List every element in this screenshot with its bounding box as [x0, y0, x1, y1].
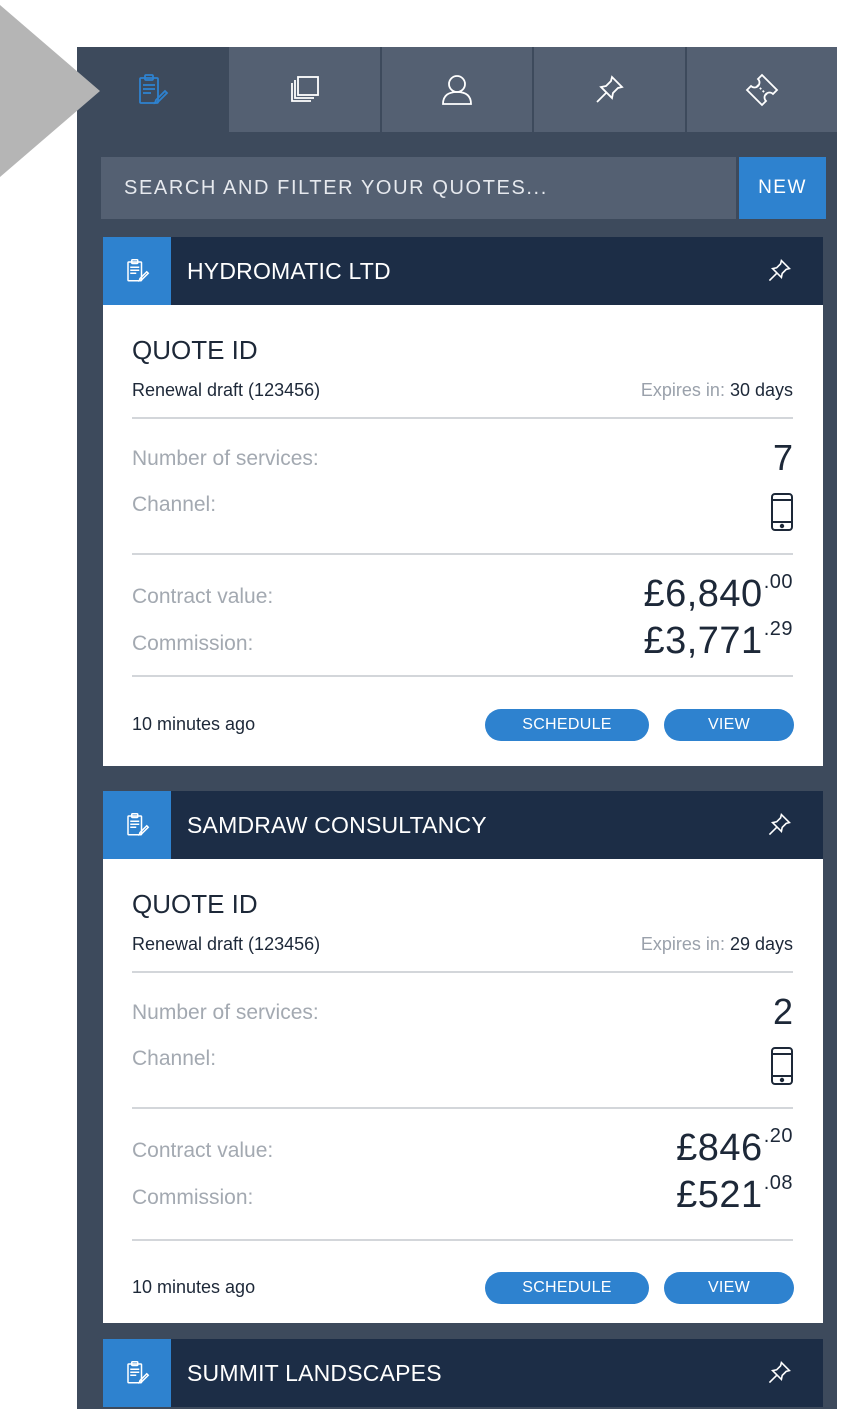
contract-value: £846.20 — [676, 1125, 793, 1170]
quote-id-label: QUOTE ID — [132, 335, 258, 365]
selection-pointer — [0, 5, 100, 177]
services-label: Number of services: — [132, 1001, 319, 1024]
services-value: 7 — [772, 437, 793, 478]
draft-label: Renewal draft (123456) — [132, 380, 321, 400]
commission-value: £3,771.29 — [643, 618, 793, 663]
commission-label: Commission: — [132, 632, 254, 655]
quote-card-header[interactable]: SUMMIT LANDSCAPES — [103, 1339, 823, 1407]
commission-value-main: £3,771 — [643, 620, 763, 662]
pin-icon — [596, 74, 625, 103]
pin-icon[interactable] — [763, 809, 795, 841]
divider — [132, 971, 793, 973]
quote-icon-box — [103, 1339, 171, 1407]
contract-value-main: £846 — [676, 1127, 763, 1169]
updated-time: 10 minutes ago — [132, 1277, 256, 1297]
company-name: SAMDRAW CONSULTANCY — [187, 811, 487, 838]
tab-bar — [77, 47, 837, 132]
quote-card: SAMDRAW CONSULTANCY QUOTE ID Renewal dra… — [103, 791, 823, 1323]
commission-value: £521.08 — [676, 1172, 793, 1217]
ticket-icon — [745, 73, 779, 106]
search-box — [101, 157, 736, 219]
expires-label: Expires in: — [640, 380, 730, 400]
expires-value: 30 days — [729, 380, 793, 400]
user-icon — [442, 74, 472, 105]
quote-icon-box — [103, 791, 171, 859]
quote-card-body: QUOTE ID Renewal draft (123456) Expires … — [103, 305, 823, 702]
quote-card-header[interactable]: SAMDRAW CONSULTANCY — [103, 791, 823, 859]
clipboard-icon — [127, 259, 150, 282]
schedule-button[interactable]: SCHEDULE — [485, 709, 649, 741]
commission-value-decimal: .29 — [763, 618, 793, 640]
quote-card: SUMMIT LANDSCAPES — [103, 1339, 823, 1407]
divider — [132, 1107, 793, 1109]
view-button[interactable]: VIEW — [664, 1272, 794, 1304]
search-input[interactable] — [122, 175, 736, 201]
mobile-phone-icon — [771, 1047, 793, 1085]
quote-card: HYDROMATIC LTD QUOTE ID Renewal draft (1… — [103, 237, 823, 702]
pin-icon[interactable] — [763, 1357, 795, 1389]
channel-label: Channel: — [132, 493, 217, 516]
commission-value-decimal: .08 — [763, 1172, 793, 1194]
contract-value: £6,840.00 — [643, 571, 793, 616]
draft-label: Renewal draft (123456) — [132, 934, 321, 954]
services-label: Number of services: — [132, 447, 319, 470]
contract-value-decimal: .20 — [763, 1125, 793, 1147]
expires-value: 29 days — [729, 934, 793, 954]
expires-label: Expires in: — [640, 934, 730, 954]
contract-value-decimal: .00 — [763, 571, 793, 593]
quote-card-body: QUOTE ID Renewal draft (123456) Expires … — [103, 859, 823, 1323]
mobile-phone-icon — [771, 493, 793, 531]
tab-pinned[interactable] — [532, 47, 685, 132]
divider — [132, 553, 793, 555]
updated-time: 10 minutes ago — [132, 714, 256, 734]
contract-value-label: Contract value: — [132, 1139, 274, 1162]
clipboard-icon — [127, 813, 150, 836]
channel-label: Channel: — [132, 1047, 217, 1070]
quote-card-footer: 10 minutes ago SCHEDULE VIEW — [103, 664, 823, 766]
tab-documents[interactable] — [227, 47, 380, 132]
new-quote-button[interactable]: NEW — [739, 157, 826, 219]
pin-icon[interactable] — [763, 255, 795, 287]
commission-label: Commission: — [132, 1186, 254, 1209]
company-name: SUMMIT LANDSCAPES — [187, 1359, 442, 1386]
clipboard-icon — [139, 73, 169, 104]
stacked-pages-icon — [290, 75, 319, 102]
view-button[interactable]: VIEW — [664, 709, 794, 741]
expires-info: Expires in: 29 days — [641, 934, 793, 955]
tab-customers[interactable] — [379, 47, 533, 132]
company-name: HYDROMATIC LTD — [187, 257, 391, 284]
contract-value-label: Contract value: — [132, 585, 274, 608]
commission-value-main: £521 — [676, 1174, 763, 1216]
quote-id-label: QUOTE ID — [132, 889, 258, 919]
clipboard-icon — [127, 1361, 150, 1384]
services-value: 2 — [772, 991, 793, 1032]
divider — [132, 417, 793, 419]
divider — [132, 675, 793, 677]
schedule-button[interactable]: SCHEDULE — [485, 1272, 649, 1304]
contract-value-main: £6,840 — [643, 573, 763, 615]
tab-tickets[interactable] — [684, 47, 837, 132]
expires-info: Expires in: 30 days — [641, 380, 793, 401]
quote-card-header[interactable]: HYDROMATIC LTD — [103, 237, 823, 305]
quote-icon-box — [103, 237, 171, 305]
divider — [132, 1239, 793, 1241]
